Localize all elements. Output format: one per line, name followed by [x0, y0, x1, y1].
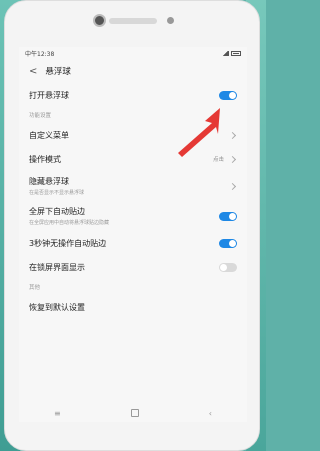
lockscreen-row[interactable]: 在锁屏界面显示 [19, 255, 247, 279]
fullscreen-text: 全屏下自动贴边 在全屏应用中自动将悬浮球贴边隐藏 [29, 206, 109, 226]
lockscreen-label: 在锁屏界面显示 [29, 262, 85, 272]
front-camera [93, 14, 106, 27]
signal-icon [222, 50, 229, 56]
fullscreen-row[interactable]: 全屏下自动贴边 在全屏应用中自动将悬浮球贴边隐藏 [19, 201, 247, 231]
menu-icon[interactable]: ≡ [54, 409, 61, 418]
nav-bar: ≡ ‹ [19, 404, 247, 422]
hide-sub: 在是否显示不显示悬浮球 [29, 190, 85, 196]
status-icons [222, 50, 241, 56]
red-arrow-icon [178, 108, 220, 157]
hide-row[interactable]: 隐藏悬浮球 在是否显示不显示悬浮球 [19, 171, 247, 201]
reset-row[interactable]: 恢复到默认设置 [19, 295, 247, 319]
fullscreen-toggle[interactable] [219, 211, 237, 221]
fullscreen-sub: 在全屏应用中自动将悬浮球贴边隐藏 [29, 220, 110, 226]
main-toggle-switch[interactable] [219, 90, 237, 100]
mode-label: 操作模式 [29, 154, 61, 164]
section-other: 其他 [29, 285, 41, 291]
reset-label: 恢复到默认设置 [29, 302, 85, 312]
phone-frame: 中午12:38 < 悬浮球 打开悬浮球 功能设置 自定义菜单 操作模式 点击 隐… [4, 0, 260, 451]
title-bar: < 悬浮球 [19, 59, 247, 83]
status-time: 中午12:38 [25, 50, 55, 58]
page-title: 悬浮球 [45, 67, 71, 77]
earpiece [109, 18, 157, 24]
status-bar: 中午12:38 [19, 47, 247, 59]
idle-label: 3秒钟无操作自动贴边 [29, 238, 107, 248]
home-icon[interactable] [130, 409, 139, 417]
custom-menu-label: 自定义菜单 [29, 130, 69, 140]
fullscreen-label: 全屏下自动贴边 [29, 207, 85, 216]
battery-icon [231, 50, 241, 56]
chevron-right-icon [228, 182, 237, 190]
sensor [167, 17, 174, 24]
hide-text: 隐藏悬浮球 在是否显示不显示悬浮球 [29, 176, 84, 196]
hide-label: 隐藏悬浮球 [29, 177, 69, 186]
chevron-right-icon [228, 155, 237, 163]
idle-row[interactable]: 3秒钟无操作自动贴边 [19, 231, 247, 255]
main-toggle-label: 打开悬浮球 [29, 90, 69, 100]
back-nav-icon[interactable]: ‹ [209, 409, 212, 418]
chevron-right-icon [228, 131, 237, 139]
lockscreen-toggle[interactable] [219, 262, 237, 272]
back-icon[interactable]: < [29, 66, 37, 77]
idle-toggle[interactable] [219, 238, 237, 248]
